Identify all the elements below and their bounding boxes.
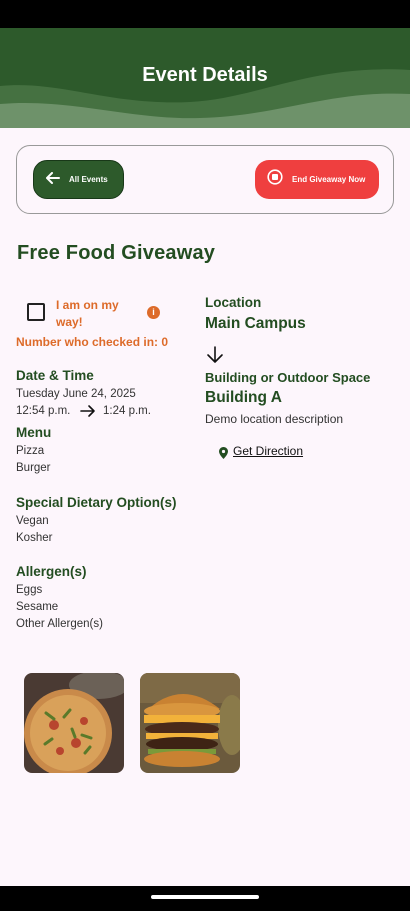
arrow-right-icon [80, 404, 96, 423]
arrow-left-icon [46, 171, 60, 189]
navigation-bar [0, 886, 410, 911]
menu-heading: Menu [16, 425, 52, 440]
event-title: Free Food Giveaway [17, 242, 216, 264]
status-bar [0, 0, 410, 28]
menu-item: Burger [16, 462, 51, 474]
arrow-down-icon [206, 346, 224, 369]
action-card: All Events End Giveaway Now [16, 145, 394, 214]
checkin-count: Number who checked in: 0 [16, 335, 169, 349]
building-value: Building A [205, 389, 282, 406]
allergen-item: Sesame [16, 601, 59, 613]
allergen-item: Other Allergen(s) [16, 618, 103, 630]
on-my-way-label[interactable]: I am on my way! [56, 297, 136, 331]
home-indicator[interactable] [151, 895, 259, 899]
datetime-heading: Date & Time [16, 368, 94, 383]
event-date: Tuesday June 24, 2025 [16, 388, 136, 400]
stop-circle-icon [267, 169, 283, 190]
pizza-image[interactable] [24, 673, 124, 773]
start-time: 12:54 p.m. [16, 405, 71, 417]
building-label: Building or Outdoor Space [205, 370, 371, 385]
info-icon[interactable]: i [147, 306, 160, 319]
allergens-heading: Allergen(s) [16, 564, 87, 579]
all-events-label: All Events [69, 175, 108, 184]
menu-item: Pizza [16, 445, 45, 457]
location-value: Main Campus [205, 315, 306, 332]
page-title: Event Details [142, 64, 268, 86]
end-giveaway-button[interactable]: End Giveaway Now [255, 160, 379, 199]
burger-image[interactable] [140, 673, 240, 773]
allergen-item: Eggs [16, 584, 43, 596]
end-giveaway-label: End Giveaway Now [292, 175, 366, 184]
dietary-item: Kosher [16, 532, 53, 544]
dietary-item: Vegan [16, 515, 49, 527]
header: Event Details [0, 28, 410, 128]
get-direction-link[interactable]: Get Direction [233, 444, 303, 458]
end-time: 1:24 p.m. [103, 405, 151, 417]
all-events-button[interactable]: All Events [33, 160, 124, 199]
location-label: Location [205, 295, 262, 310]
map-pin-icon [219, 446, 228, 464]
location-description: Demo location description [205, 412, 344, 426]
on-my-way-checkbox[interactable] [27, 303, 45, 321]
dietary-heading: Special Dietary Option(s) [16, 495, 177, 510]
